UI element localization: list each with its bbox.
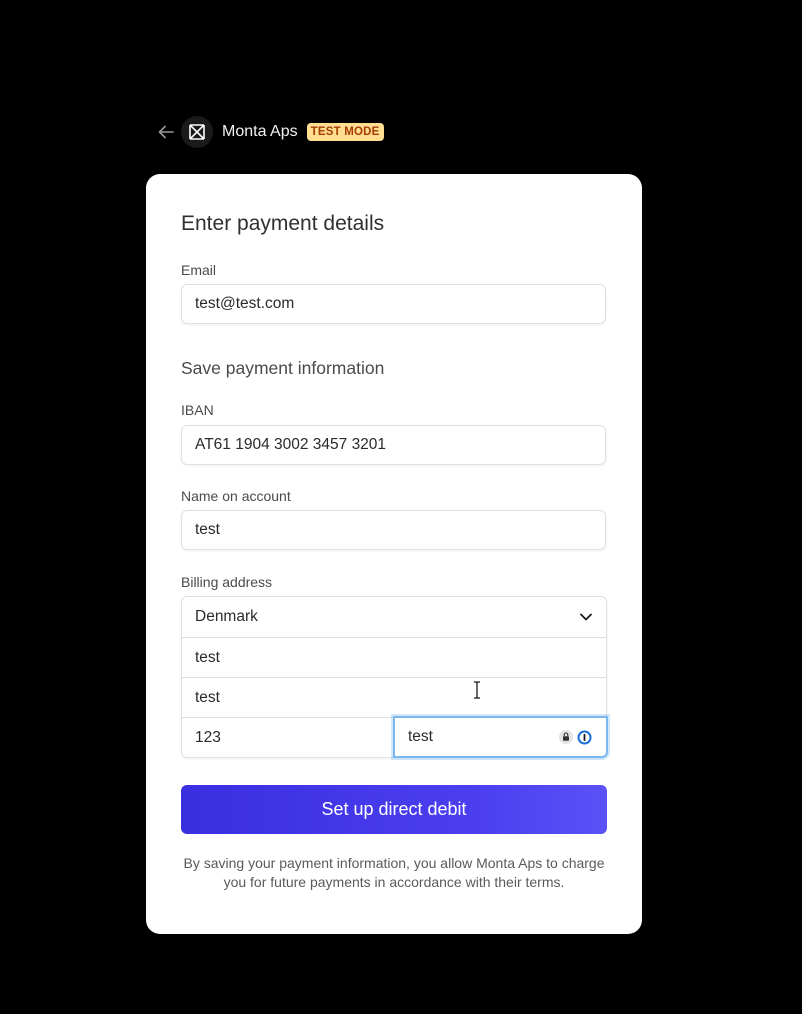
address-line1-value: test <box>195 648 220 666</box>
password-manager-icon[interactable] <box>576 729 592 745</box>
postal-code-value: 123 <box>195 729 221 746</box>
iban-value: AT61 1904 3002 3457 3201 <box>195 436 387 453</box>
merchant-header: Monta Aps TEST MODE <box>156 114 384 150</box>
merchant-name: Monta Aps <box>222 123 298 140</box>
legal-text: By saving your payment information, you … <box>183 855 605 890</box>
test-mode-badge: TEST MODE <box>306 123 384 141</box>
city-field[interactable]: test <box>393 716 608 758</box>
country-select[interactable]: Denmark <box>182 597 606 637</box>
postal-code-field[interactable]: 123 <box>182 717 394 758</box>
merchant-logo-icon <box>181 116 213 148</box>
email-label: Email <box>181 262 217 278</box>
back-arrow-icon[interactable] <box>156 122 176 142</box>
autofill-icons[interactable] <box>558 729 592 745</box>
save-section-title: Save payment information <box>181 358 385 378</box>
email-field[interactable]: test@test.com <box>181 284 606 324</box>
name-label: Name on account <box>181 488 291 504</box>
address-line1-field[interactable]: test <box>182 637 606 677</box>
city-value: test <box>408 728 433 745</box>
page-title: Enter payment details <box>181 212 385 235</box>
chevron-down-icon <box>580 613 592 621</box>
name-value: test <box>195 521 220 538</box>
email-value: test@test.com <box>195 295 295 312</box>
country-value: Denmark <box>195 608 258 625</box>
name-on-account-field[interactable]: test <box>181 510 606 550</box>
lock-icon[interactable] <box>558 729 574 745</box>
billing-label: Billing address <box>181 574 273 590</box>
billing-address-group: Denmark test test 123 test <box>181 596 608 758</box>
iban-field[interactable]: AT61 1904 3002 3457 3201 <box>181 425 606 465</box>
address-line2-value: test <box>195 688 220 706</box>
set-up-direct-debit-button[interactable]: Set up direct debit <box>181 785 607 834</box>
address-line2-field[interactable]: test <box>182 677 606 717</box>
text-cursor-icon <box>474 681 480 699</box>
payment-card: Enter payment details Email test@test.co… <box>146 174 642 934</box>
iban-label: IBAN <box>181 402 214 418</box>
